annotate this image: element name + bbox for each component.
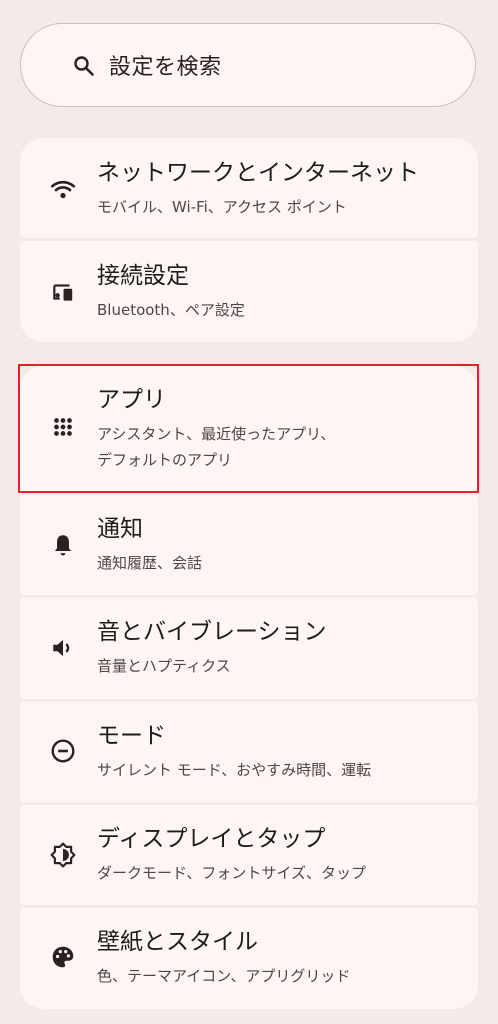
- item-title: モード: [97, 723, 166, 749]
- minus-circle-icon: [51, 739, 75, 763]
- item-title: アプリ: [97, 387, 166, 413]
- search-bar[interactable]: 設定を検索: [20, 23, 476, 107]
- settings-item-wallpaper[interactable]: 壁紙とスタイル 色、テーマアイコン、アプリグリッド: [20, 908, 478, 1009]
- settings-item-connected-devices[interactable]: 接続設定 Bluetooth、ペア設定: [20, 241, 478, 342]
- settings-item-modes[interactable]: モード サイレント モード、おやすみ時間、運転: [20, 702, 478, 802]
- item-subtitle: サイレント モード、おやすみ時間、運転: [97, 761, 372, 779]
- item-subtitle: アシスタント、最近使ったアプリ、 デフォルトのアプリ: [97, 425, 336, 469]
- brightness-icon: [50, 842, 76, 868]
- settings-item-sound[interactable]: 音とバイブレーション 音量とハプティクス: [20, 598, 478, 699]
- item-subtitle: ダークモード、フォントサイズ、タップ: [97, 864, 366, 882]
- speaker-icon: [53, 639, 70, 657]
- item-subtitle: モバイル、Wi-Fi、アクセス ポイント: [97, 198, 347, 216]
- devices-icon: [53, 284, 73, 301]
- item-title: ネットワークとインターネット: [97, 160, 419, 186]
- settings-item-display[interactable]: ディスプレイとタップ ダークモード、フォントサイズ、タップ: [20, 805, 478, 905]
- item-subtitle: 色、テーマアイコン、アプリグリッド: [97, 967, 351, 985]
- wifi-icon: [50, 180, 76, 199]
- item-subtitle: Bluetooth、ペア設定: [97, 301, 245, 319]
- settings-item-apps[interactable]: アプリ アシスタント、最近使ったアプリ、 デフォルトのアプリ: [20, 366, 478, 492]
- item-title: ディスプレイとタップ: [97, 826, 326, 852]
- item-title: 音とバイブレーション: [97, 619, 327, 645]
- settings-item-network[interactable]: ネットワークとインターネット モバイル、Wi-Fi、アクセス ポイント: [20, 138, 478, 238]
- search-icon: [74, 56, 94, 76]
- search-label: 設定を検索: [109, 55, 222, 80]
- item-subtitle: 通知履歴、会話: [97, 554, 203, 572]
- apps-grid-icon: [54, 418, 72, 436]
- palette-icon: [52, 946, 74, 968]
- item-title: 接続設定: [97, 263, 189, 289]
- bell-icon: [54, 535, 72, 556]
- settings-item-notifications[interactable]: 通知 通知履歴、会話: [20, 495, 478, 595]
- item-title: 通知: [97, 516, 143, 542]
- item-title: 壁紙とスタイル: [97, 929, 258, 955]
- item-subtitle: 音量とハプティクス: [97, 657, 231, 675]
